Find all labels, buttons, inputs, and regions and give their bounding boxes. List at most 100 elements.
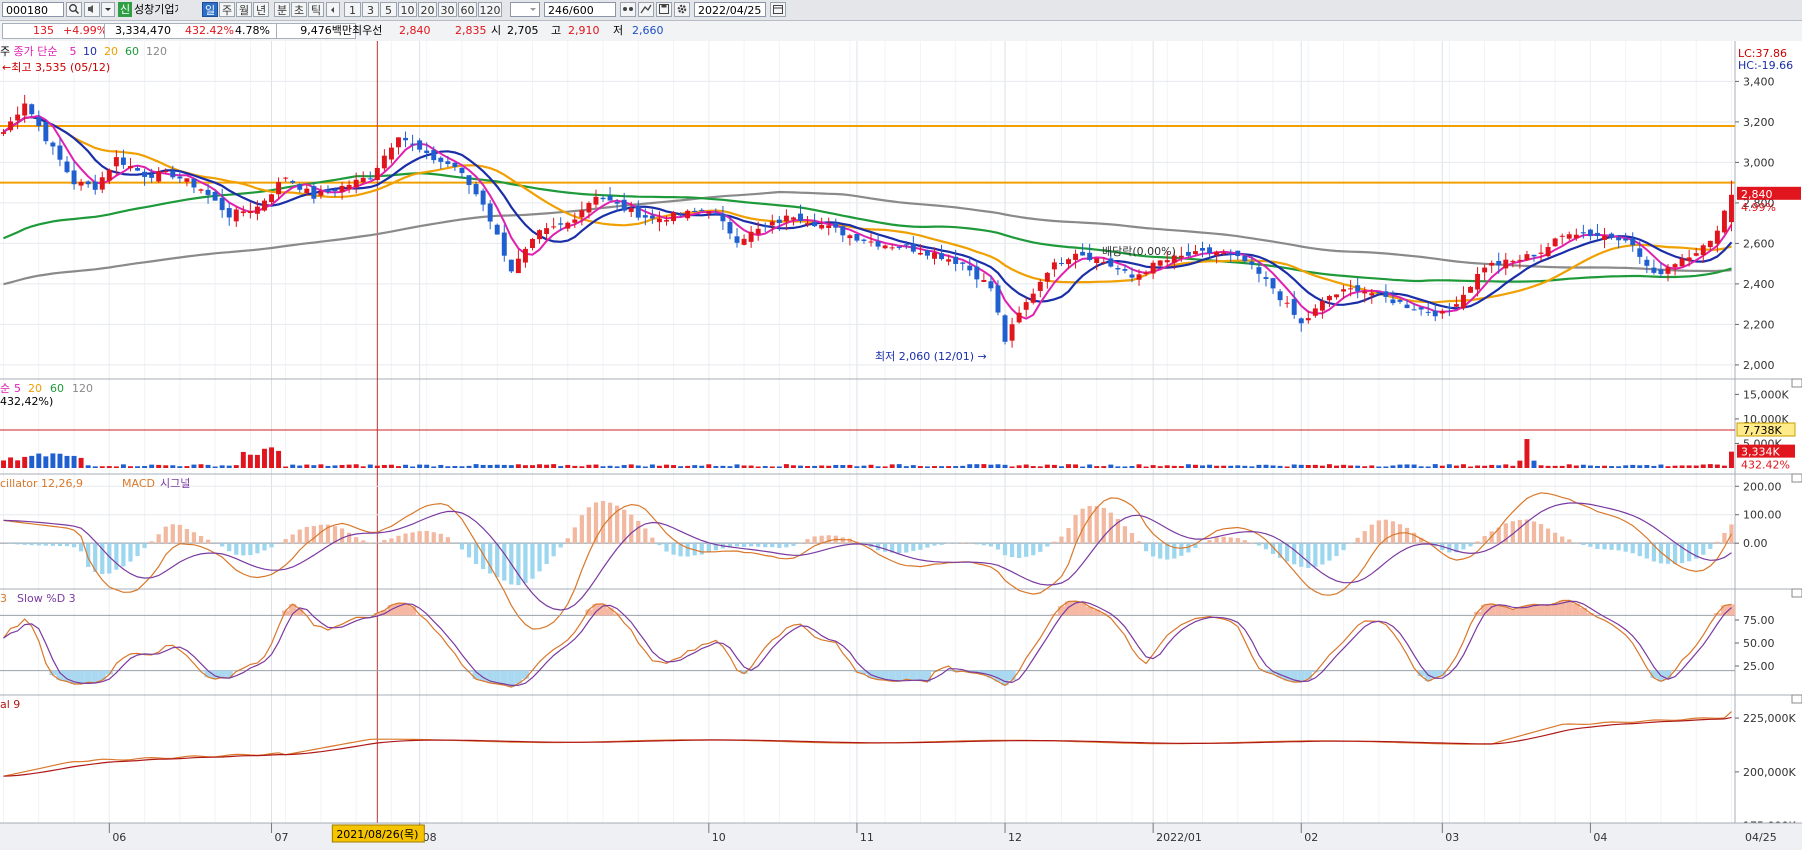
sound-icon[interactable] (84, 2, 100, 17)
tick-button-20[interactable]: 20 (418, 2, 437, 17)
volume-bar (1721, 465, 1727, 468)
candle-body (269, 194, 275, 203)
scroll-select[interactable] (510, 2, 540, 17)
stoch-oversold-fill (84, 670, 92, 683)
volume-bar (311, 465, 317, 468)
candle-body (297, 184, 303, 190)
volume-bar (1171, 465, 1177, 468)
change-value: 135 (33, 24, 54, 37)
save-icon[interactable] (656, 2, 672, 17)
candle-body (565, 222, 571, 229)
price-tick-label: 2,200 (1743, 318, 1775, 331)
low-marker: 최저 2,060 (12/01) → (875, 350, 987, 363)
tick-button-10[interactable]: 10 (398, 2, 417, 17)
group-name: 성창기업지 (134, 3, 178, 16)
macd-hist-bar (375, 542, 380, 544)
candle-body (120, 157, 126, 165)
period-tab-6[interactable]: 틱 (308, 2, 324, 17)
volume-bar (36, 453, 42, 468)
macd-hist-bar (812, 536, 817, 544)
volume-bar (1221, 465, 1227, 468)
macd-hist-bar (883, 543, 888, 552)
candle-body (113, 157, 119, 167)
volume-bar (1277, 465, 1283, 468)
candle-body (64, 161, 70, 173)
period-tab-5[interactable]: 초 (291, 2, 307, 17)
candle-body (22, 103, 28, 116)
zoom-icon[interactable] (620, 2, 636, 17)
candle-body (621, 199, 627, 211)
volume-bar (678, 466, 684, 468)
volume-bar (1404, 464, 1410, 468)
candle-body (805, 223, 811, 225)
stock-chart[interactable]: 3,4003,2003,0002,8002,6002,4002,2002,000… (0, 41, 1802, 850)
period-scroll-icon[interactable] (326, 2, 340, 17)
candle-body (431, 150, 437, 161)
candle-body (685, 210, 691, 219)
period-tab-0[interactable]: 일 (202, 2, 218, 17)
macd-hist-bar (163, 526, 168, 544)
macd-hist-bar (1404, 527, 1410, 544)
candle-body (78, 181, 84, 186)
candle-body (713, 213, 719, 215)
volume-bar (142, 466, 148, 468)
volume-bar (762, 466, 768, 468)
macd-hist-bar (128, 543, 133, 562)
tick-button-5[interactable]: 5 (380, 2, 397, 17)
tick-button-3[interactable]: 3 (362, 2, 379, 17)
macd-hist-bar (1672, 543, 1678, 565)
macd-hist-bar (1009, 543, 1015, 558)
volume-bar (1573, 465, 1579, 468)
candle-body (1439, 310, 1445, 314)
candle-body (1326, 296, 1332, 301)
macd-hist-bar (135, 543, 140, 557)
volume-bar (64, 455, 70, 468)
macd-hist-bar (629, 514, 634, 544)
macd-hist-bar (763, 543, 768, 548)
macd-hist-bar (290, 534, 295, 544)
price-legend-item: 주 (0, 45, 10, 58)
trend-icon[interactable] (638, 2, 654, 17)
calendar-icon[interactable] (770, 2, 786, 17)
macd-hist-bar (1637, 543, 1642, 557)
volume-bar (1341, 464, 1347, 468)
macd-hist-bar (1588, 543, 1593, 547)
candle-body (1411, 309, 1417, 311)
volume-bar (177, 466, 183, 468)
price-legend-item: 120 (146, 45, 167, 58)
macd-hist-bar (1002, 543, 1008, 556)
gear-icon[interactable] (674, 2, 690, 17)
candle-body (247, 210, 253, 214)
tick-button-120[interactable]: 120 (478, 2, 502, 17)
price-legend-item: 20 (104, 45, 118, 58)
date-field[interactable]: 2022/04/25 (694, 2, 766, 17)
tick-button-1[interactable]: 1 (344, 2, 361, 17)
search-icon[interactable] (66, 2, 82, 17)
macd-hist-bar (1172, 543, 1177, 559)
macd-hist-bar (523, 543, 528, 584)
candle-body (212, 191, 218, 201)
volume-bar (1475, 465, 1481, 468)
tick-button-60[interactable]: 60 (458, 2, 477, 17)
panel-collapse-icon (1791, 473, 1802, 483)
candle-body (1298, 318, 1304, 324)
macd-hist-bar (1665, 543, 1671, 564)
period-tab-1[interactable]: 주 (219, 2, 235, 17)
volume-bar (579, 466, 585, 468)
period-tab-4[interactable]: 분 (274, 2, 290, 17)
tick-button-30[interactable]: 30 (438, 2, 457, 17)
stoch-overbought-fill (1057, 606, 1065, 616)
macd-hist-bar (1362, 531, 1367, 544)
period-tab-3[interactable]: 년 (253, 2, 269, 17)
macd-hist-bar (502, 543, 507, 581)
candle-body (1023, 302, 1029, 310)
volume-bar (1051, 464, 1057, 468)
candle-body (106, 169, 112, 181)
data-count-field[interactable]: 246/600 (544, 2, 616, 17)
candle-body (1185, 251, 1191, 256)
stock-code-input[interactable]: 000180 (2, 2, 64, 17)
chevron-down-icon[interactable] (101, 2, 115, 17)
macd-hist-bar (149, 541, 154, 544)
candle-body (769, 221, 775, 226)
period-tab-2[interactable]: 월 (236, 2, 252, 17)
